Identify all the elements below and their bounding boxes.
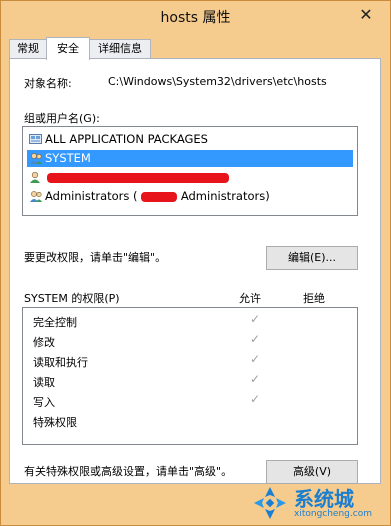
table-row: 完全控制 ✓	[23, 312, 357, 332]
list-item[interactable]: Administrators ( Administrators)	[27, 188, 270, 205]
user-group-icon	[29, 152, 43, 165]
list-item-label-suffix: Administrators)	[180, 189, 270, 203]
tab-general[interactable]: 常规	[9, 39, 47, 59]
table-row: 特殊权限	[23, 412, 357, 432]
advanced-button[interactable]: 高级(V)	[266, 460, 358, 484]
advanced-hint: 有关特殊权限或高级设置，请单击"高级"。	[24, 465, 233, 478]
tab-strip: 常规 安全 详细信息	[9, 37, 381, 60]
redaction-bar	[141, 191, 178, 202]
tab-security[interactable]: 安全	[46, 37, 90, 60]
allow-column-header: 允许	[239, 292, 261, 305]
list-item-label: ALL APPLICATION PACKAGES	[45, 132, 208, 146]
watermark-brand: 系统城	[294, 487, 354, 511]
allow-check-icon: ✓	[250, 372, 261, 386]
user-icon	[29, 171, 43, 184]
redaction-bar	[47, 173, 229, 183]
allow-check-icon: ✓	[250, 352, 261, 366]
list-item-label: Administrators (	[45, 189, 138, 203]
object-name-label: 对象名称:	[24, 77, 72, 90]
allow-check-icon: ✓	[250, 312, 261, 326]
security-panel: 对象名称: C:\Windows\System32\drivers\etc\ho…	[9, 58, 381, 484]
groups-label: 组或用户名(G):	[24, 112, 100, 125]
close-icon: ✕	[359, 5, 373, 24]
watermark-url: xitongcheng.com	[294, 509, 372, 519]
user-group-icon	[29, 190, 43, 203]
table-row: 读取和执行 ✓	[23, 352, 357, 372]
list-item-label: SYSTEM	[45, 151, 91, 165]
window-title: hosts 属性	[160, 10, 231, 26]
list-item-selected[interactable]: SYSTEM	[27, 150, 353, 167]
permissions-header: SYSTEM 的权限(P)	[24, 292, 120, 305]
permission-name: 读取	[33, 376, 55, 389]
properties-window: hosts 属性 ✕ 常规 安全 详细信息 对象名称: C:\Windows\S…	[0, 0, 391, 526]
title-bar[interactable]: hosts 属性 ✕	[1, 1, 390, 31]
permissions-list: 完全控制 ✓ 修改 ✓ 读取和执行 ✓ 读取 ✓ 写入 ✓ 特殊权限	[22, 307, 358, 445]
permission-name: 修改	[33, 336, 55, 349]
change-permissions-hint: 要更改权限，请单击"编辑"。	[24, 251, 167, 264]
permission-name: 特殊权限	[33, 416, 77, 429]
allow-check-icon: ✓	[250, 392, 261, 406]
allow-check-icon: ✓	[250, 332, 261, 346]
close-button[interactable]: ✕	[352, 5, 380, 25]
edit-button[interactable]: 编辑(E)...	[266, 246, 358, 270]
object-name-value: C:\Windows\System32\drivers\etc\hosts	[108, 75, 327, 88]
permission-name: 读取和执行	[33, 356, 88, 369]
deny-column-header: 拒绝	[303, 292, 325, 305]
list-item[interactable]	[27, 169, 229, 186]
groups-listbox[interactable]: ALL APPLICATION PACKAGES SYSTEM Administ…	[22, 126, 358, 216]
watermark-logo: 系统城 xitongcheng.com	[248, 483, 388, 523]
list-item[interactable]: ALL APPLICATION PACKAGES	[27, 131, 208, 148]
table-row: 写入 ✓	[23, 392, 357, 412]
tab-details[interactable]: 详细信息	[89, 39, 151, 59]
permission-name: 完全控制	[33, 316, 77, 329]
app-packages-icon	[29, 133, 43, 146]
permission-name: 写入	[33, 396, 55, 409]
table-row: 修改 ✓	[23, 332, 357, 352]
table-row: 读取 ✓	[23, 372, 357, 392]
